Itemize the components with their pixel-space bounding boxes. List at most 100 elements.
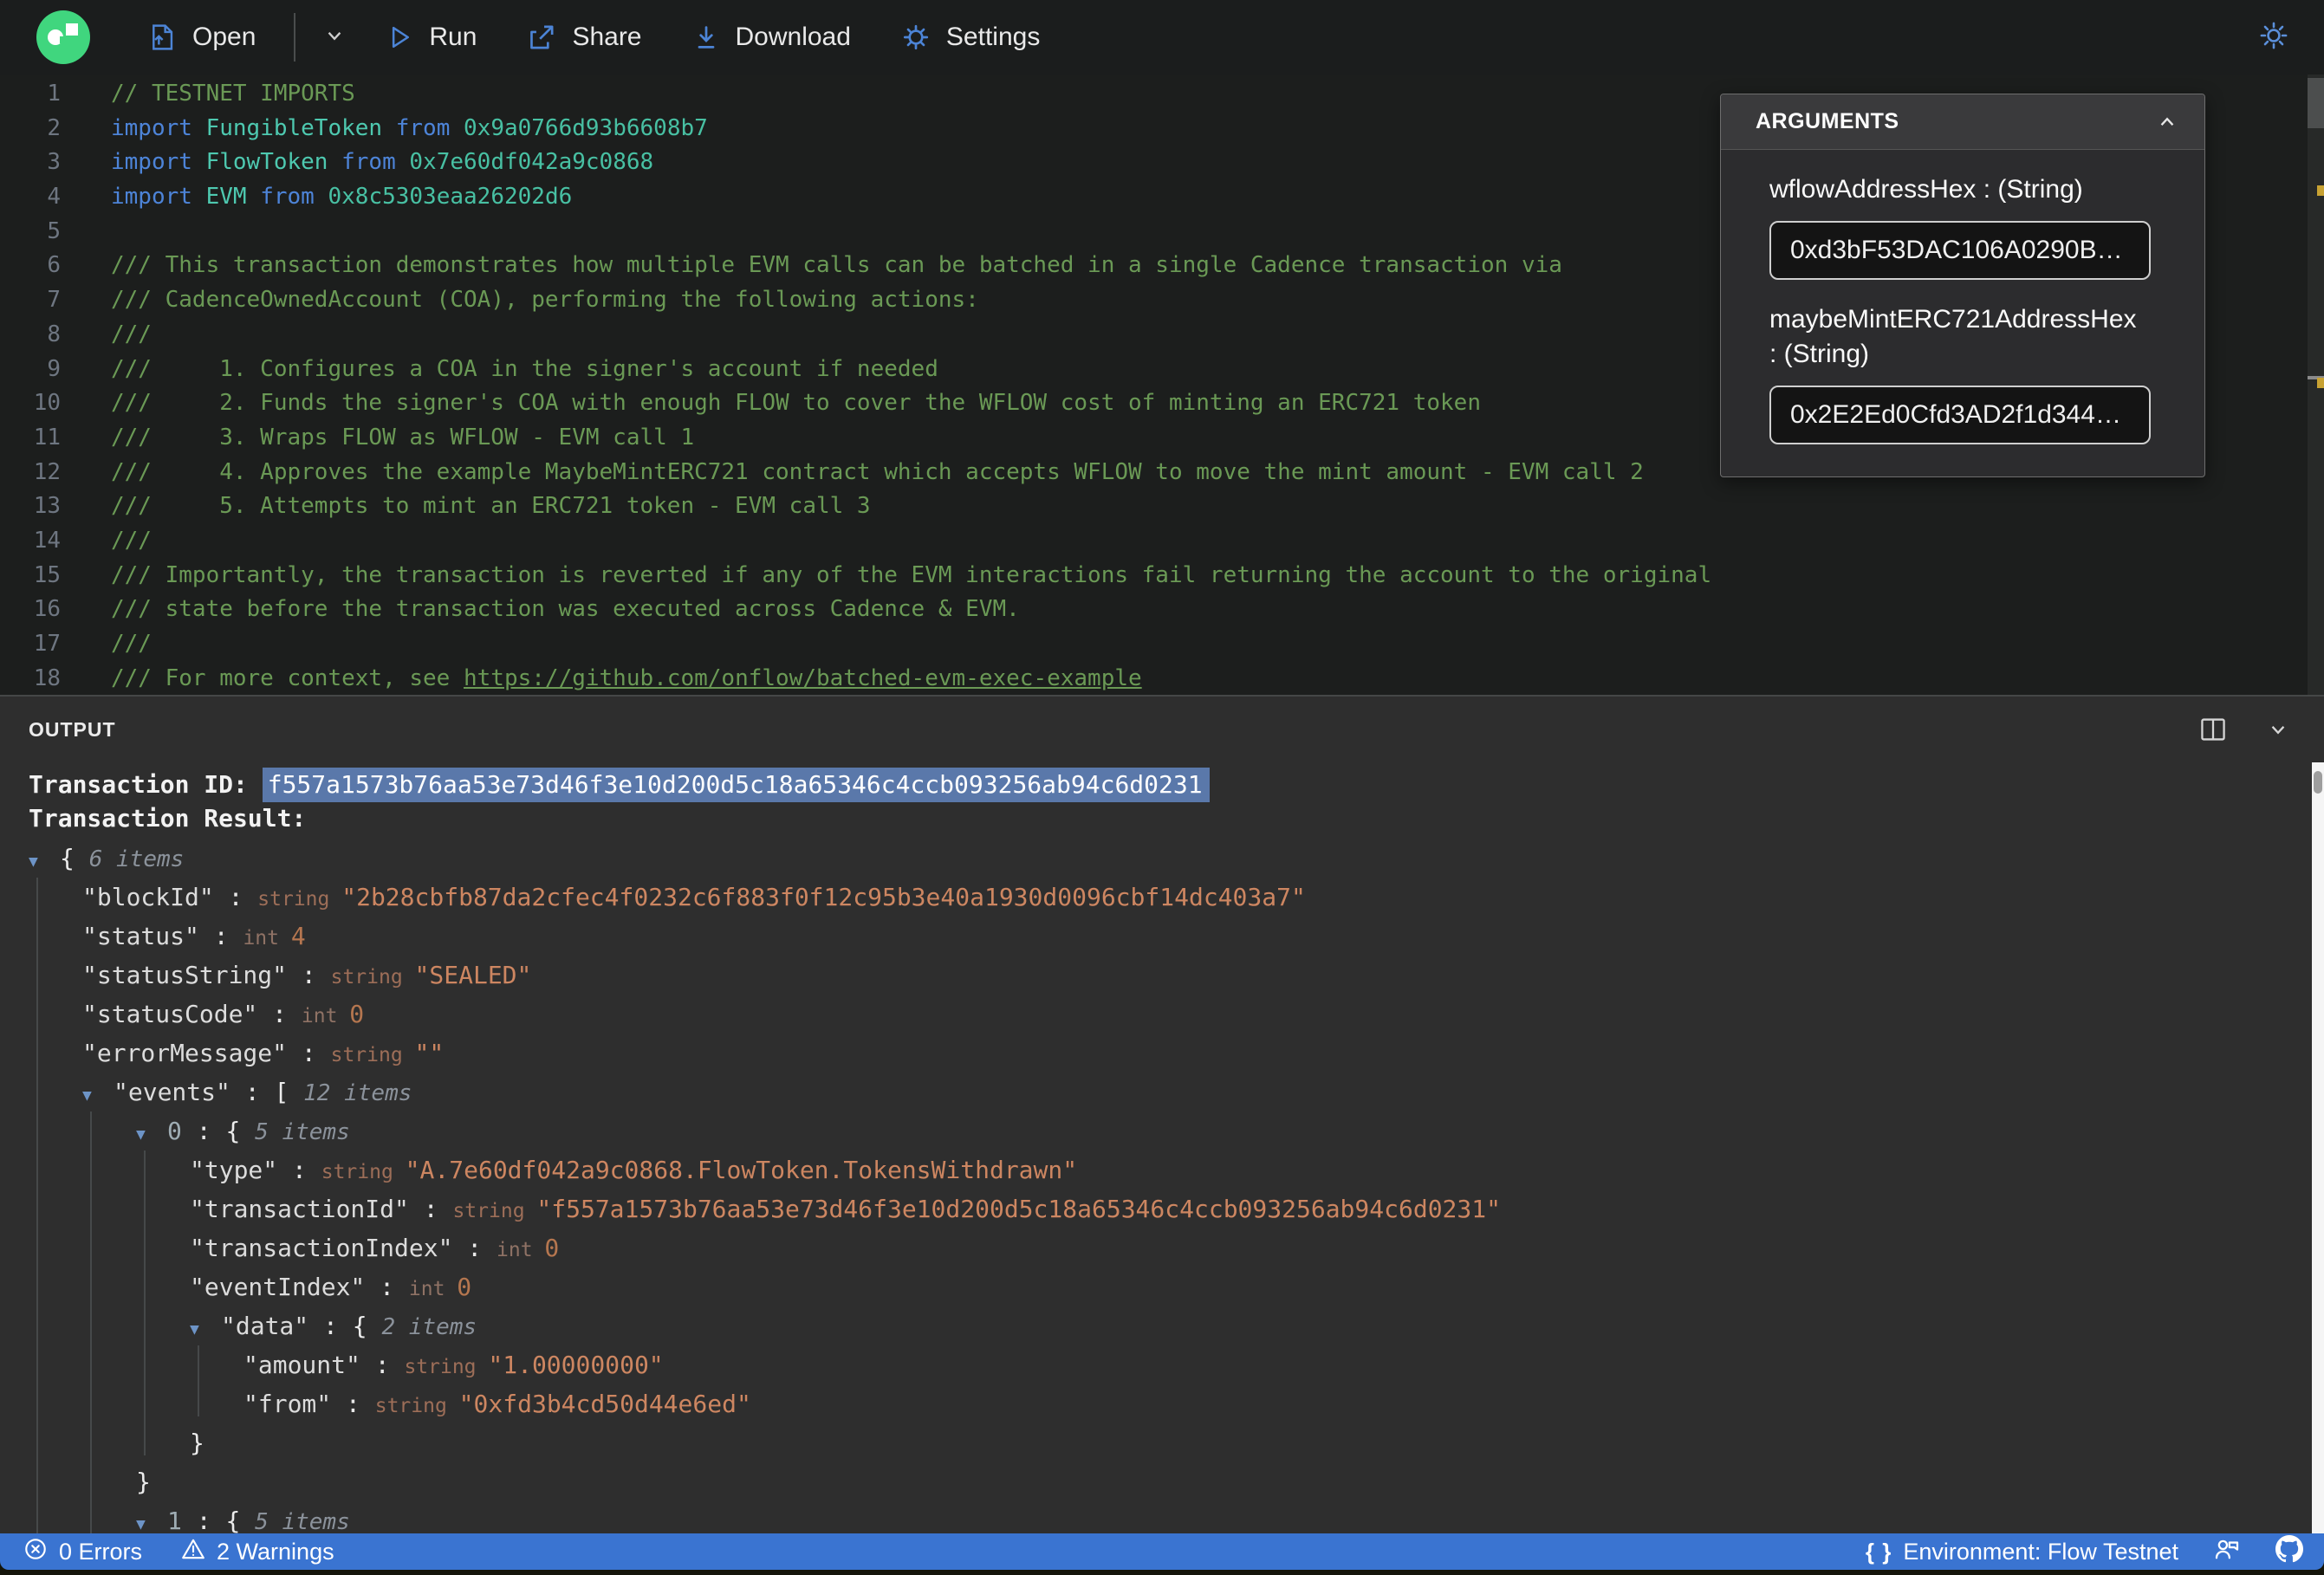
code-token: FlowToken	[205, 149, 342, 176]
code-token: ///	[111, 631, 152, 657]
json-val-string: "1.00000000"	[488, 1351, 664, 1379]
code-token: from	[260, 184, 328, 211]
json-idx: 0	[167, 1117, 182, 1145]
environment-status[interactable]: { } Environment: Flow Testnet	[1866, 1539, 2178, 1565]
line-number: 5	[47, 217, 61, 244]
transaction-id-value: f557a1573b76aa53e73d46f3e10d200d5c18a653…	[262, 768, 1210, 802]
json-items: 2 items	[381, 1314, 477, 1340]
code-token: /// state before the transaction was exe…	[111, 596, 1020, 623]
json-val-string: "A.7e60df042a9c0868.FlowToken.TokensWith…	[405, 1156, 1078, 1184]
argument-input[interactable]	[1769, 221, 2151, 280]
github-link[interactable]	[2275, 1534, 2303, 1569]
collapse-toggle[interactable]: ▼	[29, 842, 60, 881]
argument-label: wflowAddressHex : (String)	[1769, 175, 2083, 204]
json-tkey: "statusCode"	[82, 1000, 258, 1028]
code-token: ///	[111, 527, 152, 554]
transaction-id-label: Transaction ID:	[29, 770, 263, 799]
share-button[interactable]: Share	[527, 23, 642, 52]
json-colon: :	[277, 1156, 321, 1184]
line-number: 6	[47, 252, 61, 279]
json-val-string: "SEALED"	[414, 961, 532, 989]
output-title: OUTPUT	[29, 717, 116, 741]
json-tree-row: "eventIndex" : int 0	[0, 1267, 2312, 1306]
json-tkey: "transactionId"	[190, 1195, 409, 1223]
json-tkey: "errorMessage"	[82, 1039, 288, 1067]
argument-field: maybeMintERC721AddressHex : (String)	[1769, 302, 2163, 444]
code-token: import	[111, 184, 206, 211]
code-line: 17 ///	[0, 627, 2324, 662]
warnings-status[interactable]: 2 Warnings	[180, 1536, 334, 1568]
code-token: /// 4. Approves the example MaybeMintERC…	[111, 458, 1644, 485]
chevron-down-icon	[321, 23, 347, 53]
theme-toggle-button[interactable]	[2258, 20, 2289, 55]
code-token: 0x9a0766d93b6608b7	[464, 114, 708, 141]
collapse-output-icon[interactable]	[2265, 716, 2291, 742]
toolbar-divider	[294, 13, 296, 62]
code-token: EVM	[205, 184, 261, 211]
code-line: 14 ///	[0, 524, 2324, 559]
warning-marker	[2317, 378, 2324, 388]
json-tkey: "events"	[114, 1078, 230, 1106]
argument-input[interactable]	[1769, 386, 2151, 444]
line-number: 10	[33, 390, 61, 417]
code-token: /// 3. Wraps FLOW as WFLOW - EVM call 1	[111, 424, 695, 450]
share-icon	[527, 23, 556, 52]
code-link[interactable]: https://github.com/onflow/batched-evm-ex…	[464, 665, 1142, 691]
errors-status[interactable]: 0 Errors	[23, 1536, 142, 1568]
open-button[interactable]: Open	[147, 23, 256, 52]
open-file-icon	[147, 23, 177, 52]
share-label: Share	[572, 23, 642, 51]
code-token: /// Importantly, the transaction is reve…	[111, 561, 1712, 588]
collapse-toggle[interactable]: ▼	[82, 1076, 114, 1115]
split-panel-icon[interactable]	[2199, 716, 2227, 742]
open-dropdown-button[interactable]	[321, 23, 347, 53]
json-colon: :	[287, 961, 331, 989]
code-token: /// This transaction demonstrates how mu…	[111, 252, 1562, 279]
settings-button[interactable]: Settings	[901, 23, 1040, 52]
json-brace: {	[225, 1117, 256, 1145]
json-vt-string: string	[330, 966, 415, 988]
argument-field: wflowAddressHex : (String)	[1769, 172, 2163, 280]
line-number: 18	[33, 664, 61, 691]
line-number: 13	[33, 493, 61, 520]
collapse-toggle[interactable]: ▼	[190, 1310, 221, 1349]
download-button[interactable]: Download	[692, 23, 851, 52]
editor-scrollbar[interactable]	[2308, 75, 2324, 695]
indent-guide	[144, 1150, 146, 1455]
collapse-toggle[interactable]: ▼	[136, 1505, 167, 1535]
output-scrollbar[interactable]	[2312, 762, 2324, 1535]
line-number: 11	[33, 424, 61, 450]
json-val-string: "f557a1573b76aa53e73d46f3e10d200d5c18a65…	[536, 1195, 1501, 1223]
flow-logo	[36, 10, 90, 64]
collapse-toggle[interactable]: ▼	[136, 1115, 167, 1154]
code-token: /// 2. Funds the signer's COA with enoug…	[111, 390, 1481, 417]
code-line: 13 /// 5. Attempts to mint an ERC721 toke…	[0, 489, 2324, 524]
json-colon: :	[257, 1000, 302, 1028]
code-line: 16 /// state before the transaction was e…	[0, 593, 2324, 627]
json-tkey: "amount"	[243, 1351, 360, 1379]
sun-icon	[2258, 20, 2289, 55]
json-tkey: "type"	[190, 1156, 278, 1184]
json-tree-row: ▼ 0 : { 5 items	[0, 1112, 2312, 1150]
editor-scrollbar-thumb[interactable]	[2308, 78, 2324, 128]
json-val-int: 4	[290, 922, 306, 950]
code-token: ///	[111, 321, 152, 347]
json-colon: :	[213, 883, 258, 911]
feedback-button[interactable]	[2213, 1535, 2241, 1569]
output-scrollbar-thumb[interactable]	[2314, 771, 2322, 794]
arguments-panel: ARGUMENTS wflowAddressHex : (String) mayb…	[1720, 94, 2205, 477]
settings-label: Settings	[945, 23, 1041, 51]
output-panel-header: OUTPUT	[0, 697, 2324, 762]
code-token: /// 1. Configures a COA in the signer's …	[111, 355, 938, 382]
download-icon	[692, 23, 720, 51]
json-colon: :	[408, 1195, 453, 1223]
run-button[interactable]: Run	[386, 23, 477, 52]
gear-icon	[901, 23, 931, 52]
json-vt-string: string	[257, 888, 342, 911]
code-line: 18 /// For more context, see https://gith…	[0, 662, 2324, 695]
warnings-label: 2 Warnings	[217, 1538, 334, 1565]
collapse-panel-button[interactable]	[2154, 109, 2180, 135]
json-vt-int: int	[408, 1278, 458, 1300]
json-tkey: "statusString"	[82, 961, 288, 989]
json-idx: 1	[167, 1507, 182, 1535]
